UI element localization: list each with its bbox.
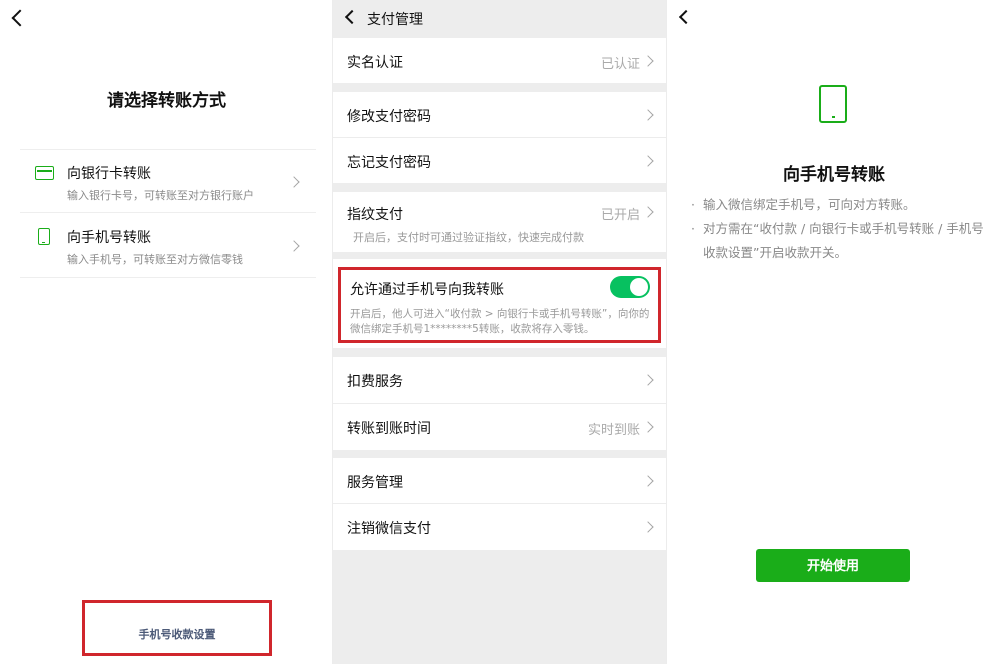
row-label: 服务管理	[347, 475, 403, 491]
row-label: 转账到账时间	[347, 421, 431, 437]
chevron-right-icon	[642, 155, 654, 167]
highlight-box: 允许通过手机号向我转账 开启后，他人可进入“收付款 > 向银行卡或手机号转账”，…	[338, 267, 661, 343]
allow-phone-transfer-row: 允许通过手机号向我转账 开启后，他人可进入“收付款 > 向银行卡或手机号转账”，…	[333, 259, 666, 348]
row-label: 修改支付密码	[347, 109, 431, 125]
phone-icon	[38, 228, 50, 245]
instruction-item: 输入微信绑定手机号，可向对方转账。	[689, 193, 989, 217]
row-transfer-arrival-time[interactable]: 转账到账时间 实时到账	[333, 404, 666, 450]
row-label: 扣费服务	[347, 374, 403, 390]
instruction-list: 输入微信绑定手机号，可向对方转账。 对方需在“收付款 / 向银行卡或手机号转账 …	[689, 193, 989, 265]
toggle-desc: 开启后，他人可进入“收付款 > 向银行卡或手机号转账”，向你的微信绑定手机号1*…	[350, 308, 650, 335]
row-cancel-wechat-pay[interactable]: 注销微信支付	[333, 504, 666, 550]
row-value: 已开启	[600, 208, 640, 223]
page-title: 请选择转账方式	[107, 91, 226, 111]
page-title: 向手机号转账	[783, 165, 885, 185]
option-title: 向银行卡转账	[67, 166, 151, 182]
row-real-name[interactable]: 实名认证 已认证	[333, 38, 666, 83]
chevron-right-icon	[642, 374, 654, 386]
chevron-right-icon	[288, 176, 300, 188]
phone-icon	[819, 85, 847, 123]
row-forgot-password[interactable]: 忘记支付密码	[333, 138, 666, 183]
left-panel: 请选择转账方式 向银行卡转账 输入银行卡号，可转账至对方银行账户 向手机号转账 …	[0, 0, 333, 664]
row-value: 已认证	[600, 57, 640, 72]
option-title: 向手机号转账	[67, 230, 151, 246]
middle-panel: 支付管理 实名认证 已认证 修改支付密码 忘记支付密码 指纹支付 已开启 开启后…	[333, 0, 666, 664]
chevron-right-icon	[642, 421, 654, 433]
row-fingerprint-pay[interactable]: 指纹支付 已开启 开启后，支付时可通过验证指纹，快速完成付款	[333, 192, 666, 252]
row-deduction-service[interactable]: 扣费服务	[333, 357, 666, 403]
chevron-right-icon	[642, 206, 654, 218]
chevron-right-icon	[642, 55, 654, 67]
page-title: 支付管理	[367, 12, 423, 28]
option-desc: 输入手机号，可转账至对方微信零钱	[67, 253, 243, 266]
row-label: 注销微信支付	[347, 521, 431, 537]
nav-header: 支付管理	[333, 0, 666, 36]
chevron-right-icon	[642, 521, 654, 533]
phone-receive-settings-link[interactable]: 手机号收款设置	[82, 600, 272, 656]
row-change-password[interactable]: 修改支付密码	[333, 92, 666, 137]
bank-card-transfer-option[interactable]: 向银行卡转账 输入银行卡号，可转账至对方银行账户	[20, 149, 316, 213]
bank-card-icon	[35, 166, 54, 180]
option-desc: 输入银行卡号，可转账至对方银行账户	[67, 189, 254, 202]
chevron-right-icon	[642, 475, 654, 487]
row-label: 实名认证	[347, 55, 403, 71]
chevron-right-icon	[642, 109, 654, 121]
row-label: 忘记支付密码	[347, 155, 431, 171]
row-value: 实时到账	[587, 423, 640, 438]
start-using-button[interactable]: 开始使用	[756, 549, 910, 582]
row-desc: 开启后，支付时可通过验证指纹，快速完成付款	[353, 231, 584, 244]
row-label: 指纹支付	[347, 207, 403, 223]
back-icon[interactable]	[344, 9, 360, 25]
right-panel: 向手机号转账 输入微信绑定手机号，可向对方转账。 对方需在“收付款 / 向银行卡…	[666, 0, 1000, 664]
toggle-label: 允许通过手机号向我转账	[350, 282, 504, 298]
row-service-management[interactable]: 服务管理	[333, 458, 666, 503]
allow-phone-transfer-switch[interactable]	[610, 276, 650, 298]
back-icon[interactable]	[678, 9, 694, 25]
chevron-right-icon	[288, 240, 300, 252]
instruction-item: 对方需在“收付款 / 向银行卡或手机号转账 / 手机号收款设置”开启收款开关。	[689, 217, 989, 265]
back-icon[interactable]	[11, 9, 29, 27]
phone-transfer-option[interactable]: 向手机号转账 输入手机号，可转账至对方微信零钱	[20, 214, 316, 278]
